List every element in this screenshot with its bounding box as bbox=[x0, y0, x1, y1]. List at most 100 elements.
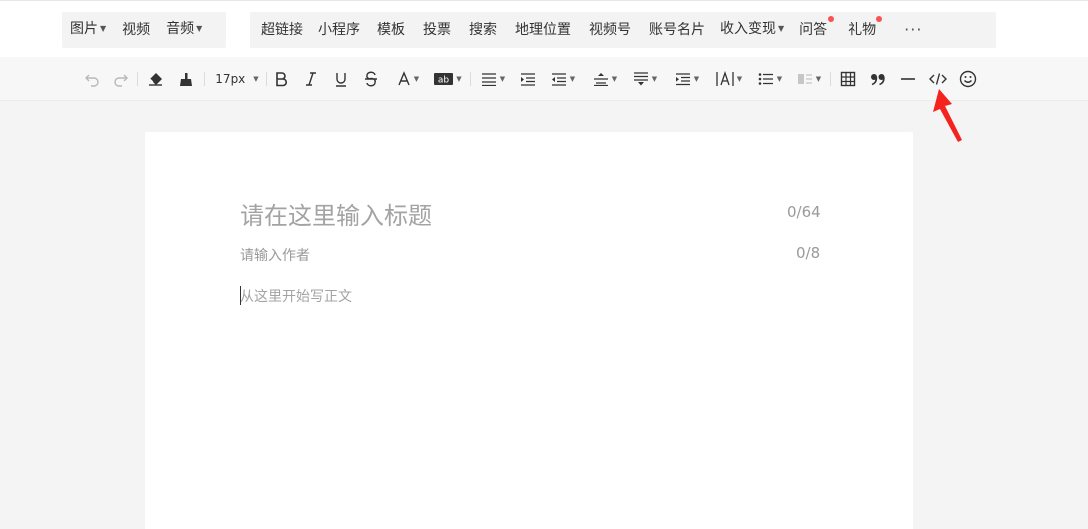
indent-button[interactable] bbox=[518, 67, 538, 91]
formatting-toolbar: 17px ▼ ▼ ab ▼ ▼ ▼ ▼ ▼ ▼ ▼ ▼ ▼ bbox=[0, 57, 1088, 101]
letter-spacing-button[interactable]: ▼ bbox=[714, 67, 744, 91]
line-height-icon bbox=[593, 73, 608, 86]
indent-icon bbox=[521, 73, 535, 86]
font-size-select[interactable]: 17px ▼ bbox=[214, 67, 260, 91]
insert-vote-button[interactable]: 投票 bbox=[414, 12, 460, 48]
monetization-menu[interactable]: 收入变现 ▼ bbox=[714, 11, 790, 49]
insert-search-label: 搜索 bbox=[469, 22, 497, 38]
editor-card: 请在这里输入标题 0/64 请输入作者 0/8 从这里开始写正文 bbox=[145, 132, 913, 529]
more-button[interactable]: ··· bbox=[892, 12, 934, 49]
text-cursor bbox=[240, 286, 241, 305]
chevron-down-icon: ▼ bbox=[456, 75, 462, 83]
insert-search-button[interactable]: 搜索 bbox=[460, 12, 506, 48]
format-painter-icon bbox=[180, 73, 192, 86]
undo-button[interactable] bbox=[82, 67, 102, 91]
new-badge-dot bbox=[828, 16, 835, 22]
divider-button[interactable] bbox=[898, 67, 918, 91]
insert-template-button[interactable]: 模板 bbox=[368, 12, 414, 48]
author-input[interactable]: 请输入作者 bbox=[240, 245, 310, 265]
chevron-down-icon: ▼ bbox=[100, 24, 107, 33]
toolbar-divider bbox=[830, 72, 831, 86]
insert-audio-menu[interactable]: 音频 ▼ bbox=[158, 11, 210, 49]
chevron-down-icon: ▼ bbox=[815, 75, 822, 83]
insert-channels-label: 视频号 bbox=[589, 22, 631, 38]
toolbar-divider bbox=[204, 72, 205, 86]
clear-format-button[interactable] bbox=[145, 67, 165, 91]
chevron-down-icon: ▼ bbox=[196, 24, 203, 33]
title-input[interactable]: 请在这里输入标题 bbox=[240, 196, 432, 231]
annotation-arrow-icon bbox=[933, 89, 962, 142]
bold-button[interactable] bbox=[272, 67, 290, 91]
strikethrough-icon bbox=[365, 71, 377, 87]
underline-button[interactable] bbox=[332, 67, 350, 91]
line-height-button[interactable]: ▼ bbox=[590, 67, 620, 91]
author-char-counter: 0/8 bbox=[796, 244, 821, 262]
font-color-icon bbox=[398, 71, 410, 86]
chevron-down-icon: ▼ bbox=[693, 75, 700, 83]
first-line-indent-button[interactable]: ▼ bbox=[548, 67, 578, 91]
toolbar-divider bbox=[266, 72, 267, 86]
table-icon bbox=[840, 71, 856, 87]
insert-account-card-label: 账号名片 bbox=[649, 22, 705, 38]
border-button[interactable]: ▼ bbox=[795, 67, 823, 91]
italic-button[interactable] bbox=[302, 67, 320, 91]
insert-video-button[interactable]: 视频 bbox=[114, 12, 158, 48]
insert-mini-program-button[interactable]: 小程序 bbox=[310, 12, 368, 48]
insert-video-label: 视频 bbox=[122, 22, 151, 38]
monetization-label: 收入变现 bbox=[720, 21, 776, 37]
insert-table-button[interactable] bbox=[838, 67, 858, 91]
insert-account-card-button[interactable]: 账号名片 bbox=[640, 12, 714, 48]
italic-icon bbox=[306, 72, 316, 86]
undo-icon bbox=[85, 74, 99, 87]
first-line-indent-icon bbox=[551, 73, 566, 86]
media-insert-group: 图片 ▼ 视频 音频 ▼ bbox=[62, 12, 226, 48]
insert-image-menu[interactable]: 图片 ▼ bbox=[62, 11, 114, 49]
letter-spacing-icon bbox=[716, 71, 734, 86]
redo-icon bbox=[114, 74, 128, 87]
eraser-icon bbox=[148, 73, 162, 86]
align-icon bbox=[481, 73, 496, 86]
new-badge-dot bbox=[876, 16, 883, 22]
emoji-icon bbox=[959, 70, 977, 88]
margin-icon bbox=[675, 73, 690, 86]
insert-location-button[interactable]: 地理位置 bbox=[506, 12, 580, 48]
insert-channels-button[interactable]: 视频号 bbox=[580, 12, 640, 48]
background-color-icon: ab bbox=[434, 73, 454, 86]
insert-hyperlink-button[interactable]: 超链接 bbox=[254, 12, 310, 48]
more-icon: ··· bbox=[904, 19, 923, 39]
insert-template-label: 模板 bbox=[377, 22, 405, 38]
insert-location-label: 地理位置 bbox=[515, 22, 571, 38]
insert-gift-button[interactable]: 礼物 bbox=[836, 12, 892, 48]
chevron-down-icon: ▼ bbox=[413, 75, 420, 83]
quote-button[interactable] bbox=[868, 67, 888, 91]
body-editor[interactable]: 从这里开始写正文 bbox=[240, 286, 352, 306]
chevron-down-icon: ▼ bbox=[736, 75, 743, 83]
title-char-counter: 0/64 bbox=[787, 203, 821, 221]
chevron-down-icon: ▼ bbox=[776, 75, 783, 83]
margin-button[interactable]: ▼ bbox=[672, 67, 702, 91]
list-button[interactable]: ▼ bbox=[756, 67, 784, 91]
insert-qa-button[interactable]: 问答 bbox=[790, 12, 836, 48]
format-painter-button[interactable] bbox=[176, 67, 196, 91]
background-color-button[interactable]: ab ▼ bbox=[432, 67, 464, 91]
chevron-down-icon: ▼ bbox=[253, 75, 259, 83]
insert-audio-label: 音频 bbox=[166, 21, 195, 37]
align-button[interactable]: ▼ bbox=[479, 67, 507, 91]
quote-icon bbox=[871, 74, 885, 86]
list-icon bbox=[758, 73, 773, 85]
font-color-button[interactable]: ▼ bbox=[393, 67, 423, 91]
paragraph-spacing-button[interactable]: ▼ bbox=[630, 67, 660, 91]
bold-icon bbox=[276, 72, 287, 87]
insert-menu-bar: 图片 ▼ 视频 音频 ▼ 超链接 小程序 模板 投票 搜索 地理位置 视频号 账… bbox=[0, 0, 1088, 57]
insert-gift-label: 礼物 bbox=[848, 22, 877, 38]
chevron-down-icon: ▼ bbox=[499, 75, 506, 83]
insert-hyperlink-label: 超链接 bbox=[261, 22, 303, 38]
chevron-down-icon: ▼ bbox=[778, 24, 785, 33]
insert-mini-program-label: 小程序 bbox=[318, 22, 360, 38]
chevron-down-icon: ▼ bbox=[611, 75, 618, 83]
strikethrough-button[interactable] bbox=[362, 67, 380, 91]
code-icon bbox=[929, 73, 947, 85]
redo-button[interactable] bbox=[111, 67, 131, 91]
font-size-value: 17px bbox=[215, 72, 246, 86]
chevron-down-icon: ▼ bbox=[651, 75, 658, 83]
